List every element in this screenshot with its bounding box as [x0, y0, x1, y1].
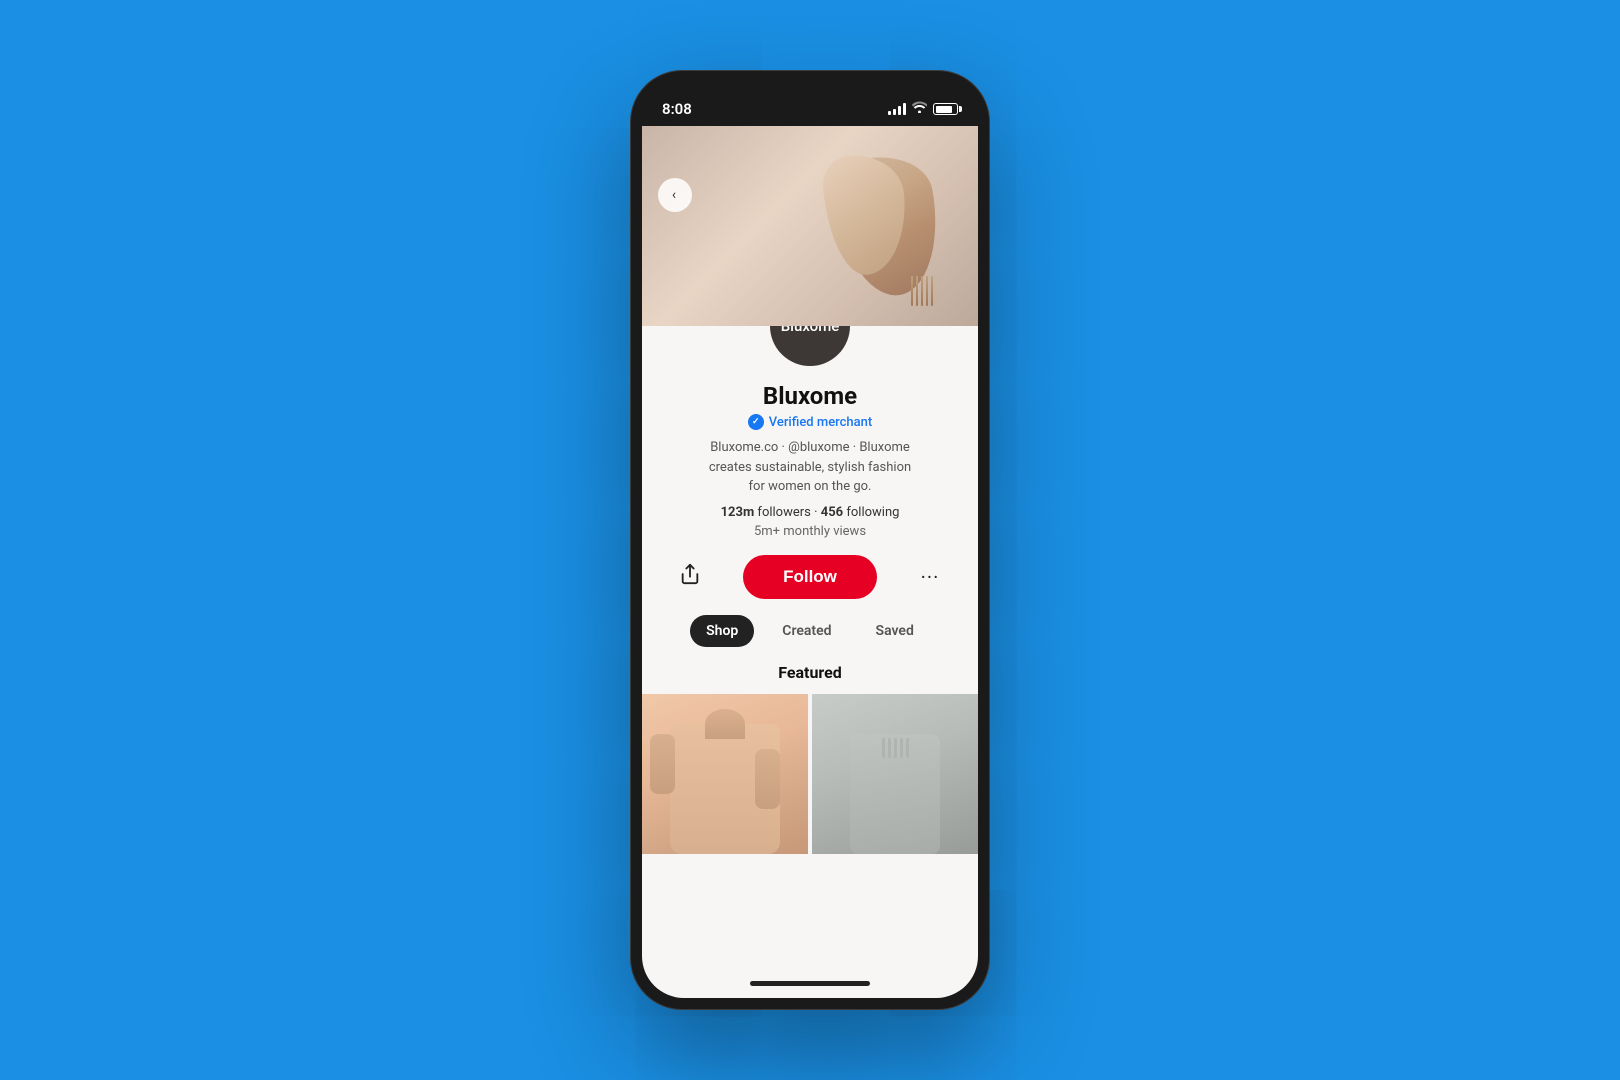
featured-images-grid — [642, 694, 978, 854]
status-bar: 8:08 — [642, 82, 978, 126]
tab-shop-label: Shop — [706, 623, 738, 639]
cover-image: ‹ — [642, 126, 978, 326]
followers-count: 123m — [721, 505, 755, 520]
scarf-fringe-decoration — [882, 738, 909, 758]
cover-fabric-decoration — [828, 146, 948, 306]
bio-line2: creates sustainable, stylish fashion — [709, 460, 911, 475]
share-button[interactable] — [672, 559, 708, 595]
featured-image-left[interactable] — [642, 694, 808, 854]
avatar-text: Bluxome — [781, 326, 840, 335]
stats-row: 123m followers · 456 following — [721, 505, 900, 520]
share-icon — [679, 563, 701, 590]
follow-button[interactable]: Follow — [743, 555, 877, 599]
avatar: Bluxome — [766, 326, 854, 370]
status-icons — [888, 101, 958, 117]
profile-bio: Bluxome.co · @bluxome · Bluxome creates … — [709, 438, 911, 497]
featured-image-right[interactable] — [812, 694, 978, 854]
back-button[interactable]: ‹ — [658, 178, 692, 212]
tab-shop[interactable]: Shop — [690, 615, 754, 647]
profile-content: Bluxome Bluxome Verified merchant Bluxom… — [642, 326, 978, 968]
scarf-decoration — [850, 734, 940, 854]
actions-row: Follow ··· — [642, 555, 978, 599]
phone-frame: 8:08 — [630, 70, 990, 1010]
tab-saved-label: Saved — [876, 623, 914, 639]
scroll-area[interactable]: ‹ Bluxome Bluxome Verified merchant — [642, 126, 978, 968]
tab-saved[interactable]: Saved — [860, 615, 930, 647]
following-count: 456 — [821, 505, 843, 520]
bio-line1: Bluxome.co · @bluxome · Bluxome — [710, 440, 910, 455]
status-time: 8:08 — [662, 100, 692, 118]
fabric-fringe — [911, 276, 933, 306]
verified-row: Verified merchant — [748, 414, 872, 430]
featured-title: Featured — [778, 663, 842, 682]
profile-info: Bluxome Verified merchant Bluxome.co · @… — [642, 382, 978, 555]
more-icon: ··· — [921, 565, 940, 589]
sleeve-right-decoration — [755, 749, 780, 809]
back-chevron-icon: ‹ — [672, 187, 676, 203]
tabs-row: Shop Created Saved — [690, 615, 930, 647]
home-bar — [750, 981, 870, 986]
tab-created-label: Created — [782, 623, 831, 639]
more-options-button[interactable]: ··· — [912, 559, 948, 595]
bio-line3: for women on the go. — [749, 479, 872, 494]
signal-icon — [888, 103, 906, 115]
battery-icon — [933, 103, 958, 115]
profile-name: Bluxome — [763, 382, 857, 410]
verified-label: Verified merchant — [769, 415, 872, 430]
home-indicator — [642, 968, 978, 998]
sweater-decoration — [670, 724, 780, 854]
monthly-views: 5m+ monthly views — [754, 524, 866, 539]
tab-created[interactable]: Created — [766, 615, 847, 647]
verified-icon — [748, 414, 764, 430]
wifi-icon — [912, 101, 927, 117]
